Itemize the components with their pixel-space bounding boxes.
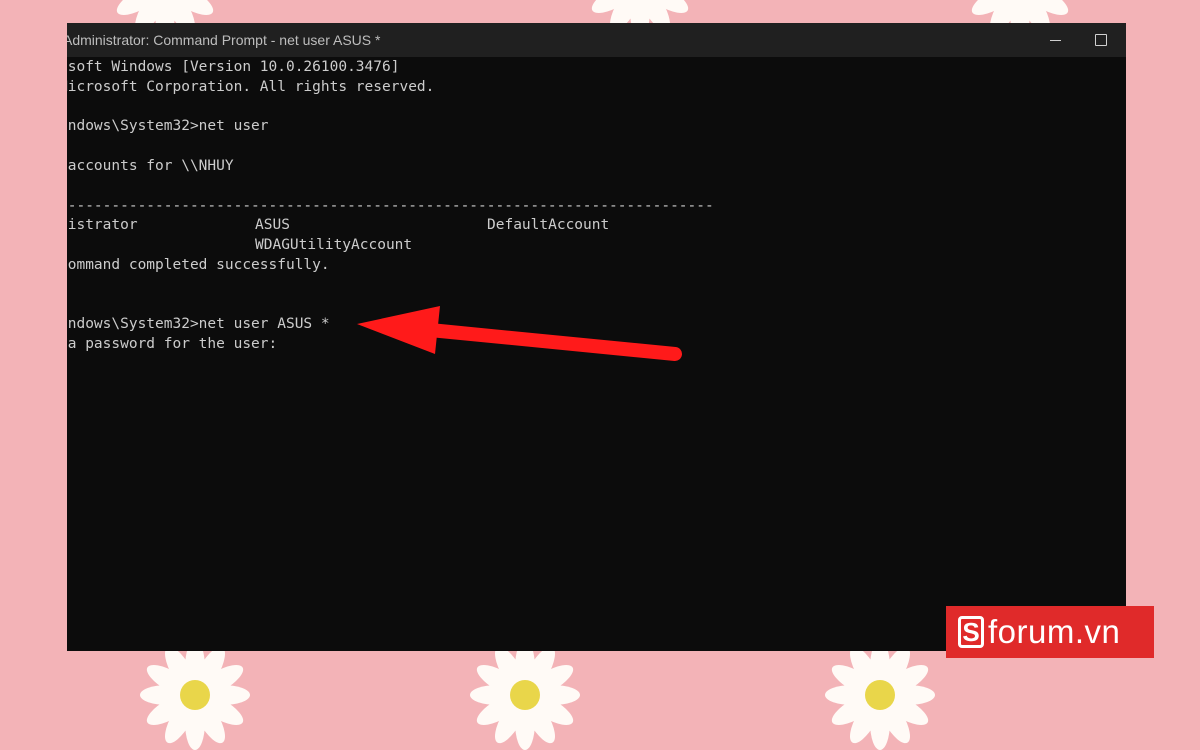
console-line: osoft Windows [Version 10.0.26100.3476] [67,59,400,75]
console-line: accounts for \\NHUY [67,157,234,174]
minimize-button[interactable] [1032,23,1078,57]
console-line: indows\System32>net user [67,118,269,135]
minimize-icon [1049,39,1061,41]
account-name: DefaultAccount [487,217,610,234]
account-row: nistrator ASUS DefaultAccount [67,216,1126,236]
account-name: nistrator [67,217,138,234]
flower-center [510,680,540,710]
console-line: Microsoft Corporation. All rights reserv… [67,78,435,95]
command-line: indows\System32>net user ASUS * [67,316,330,333]
console-output[interactable]: osoft Windows [Version 10.0.26100.3476] … [67,57,1126,651]
command-prompt-window[interactable]: Administrator: Command Prompt - net user… [67,23,1126,651]
password-prompt: a password for the user: [67,336,278,353]
window-title: Administrator: Command Prompt - net user… [67,32,381,48]
flower-center [865,680,895,710]
logo-s-icon: S [958,616,984,648]
title-bar[interactable]: Administrator: Command Prompt - net user… [67,23,1126,57]
account-row: tWDAGUtilityAccount [67,236,1126,256]
flower-decoration [825,640,935,750]
flower-decoration [470,640,580,750]
account-name: t [67,236,255,256]
logo-text: forum.vn [988,613,1121,650]
maximize-icon [1095,34,1107,46]
account-name: WDAGUtilityAccount [255,237,413,254]
maximize-button[interactable] [1078,23,1124,57]
flower-decoration [140,640,250,750]
separator-line: ----------------------------------------… [67,197,714,214]
console-line: command completed successfully. [67,256,330,273]
sforum-logo: S forum.vn [946,606,1154,658]
account-name: ASUS [255,217,290,234]
flower-center [180,680,210,710]
